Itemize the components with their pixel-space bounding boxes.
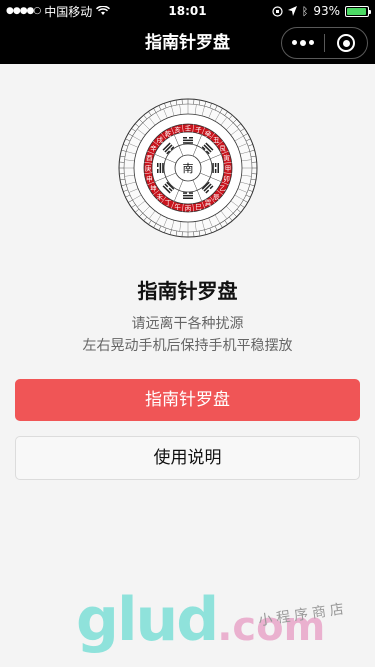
compass-ring-label: 申 (146, 174, 153, 183)
compass-ring-label: 丁 (165, 199, 172, 207)
compass-ring-label: 丑 (213, 136, 220, 144)
clock: 18:01 (168, 4, 207, 18)
open-compass-button[interactable]: 指南针罗盘 (15, 379, 360, 421)
orientation-lock-icon (272, 5, 283, 17)
compass-ring-label: 亥 (174, 125, 181, 134)
compass-ring-label: 壬 (185, 124, 192, 133)
battery-percent: 93% (313, 4, 340, 18)
compass-ring-label: 辰 (213, 193, 220, 201)
more-button[interactable] (282, 28, 324, 58)
status-bar: ●●●●○ 中国移动 18:01 ᛒ 93% (0, 0, 375, 22)
signal-icon: ●●●●○ (6, 6, 41, 16)
compass-ring-label: 庚 (145, 164, 152, 173)
compass-ring-label: 甲 (225, 165, 232, 173)
compass-ring-label: 乙 (219, 185, 226, 193)
compass-ring-label: 子 (195, 126, 202, 134)
compass-ring-label: 辛 (150, 144, 157, 153)
more-icon (292, 40, 314, 46)
main-heading: 指南针罗盘 (137, 279, 238, 303)
instructions-button[interactable]: 使用说明 (15, 436, 360, 480)
compass-ring-label: 酉 (146, 154, 153, 162)
compass-ring-label: 艮 (219, 145, 226, 153)
bluetooth-icon: ᛒ (301, 4, 309, 18)
location-icon (287, 6, 297, 16)
compass-ring-label: 卯 (223, 174, 230, 183)
compass-center-label: 南 (183, 162, 194, 175)
compass-ring-label: 巽 (205, 199, 212, 207)
compass-ring-label: 巳 (195, 203, 202, 211)
battery-icon (345, 5, 371, 17)
compass-ring-label: 癸 (205, 129, 212, 138)
hint-line-1: 请远离干各种扰源 (131, 316, 244, 332)
hint-line-2: 左右晃动手机后保持手机平稳摆放 (82, 338, 293, 354)
compass-ring-label: 戌 (156, 135, 163, 144)
compass-ring-label: 寅 (223, 153, 230, 162)
carrier-label: 中国移动 (44, 4, 93, 19)
compass-ring-label: 午 (174, 202, 181, 211)
mini-program-capsule (281, 27, 368, 59)
compass-ring-label: 坤 (150, 184, 157, 193)
watermark-logo-text: glud (76, 585, 219, 655)
nav-bar: 指南针罗盘 (0, 22, 375, 64)
close-icon (337, 34, 355, 52)
compass-ring-label: 丙 (185, 205, 192, 213)
wifi-icon (96, 6, 111, 15)
compass-ring-label: 未 (156, 192, 163, 201)
compass-dial: 壬子癸丑艮寅甲卯乙辰巽巳丙午丁未坤申庚酉辛戌乾亥 南 (118, 98, 258, 238)
compass-ring-label: 乾 (165, 129, 172, 138)
close-button[interactable] (325, 28, 367, 58)
